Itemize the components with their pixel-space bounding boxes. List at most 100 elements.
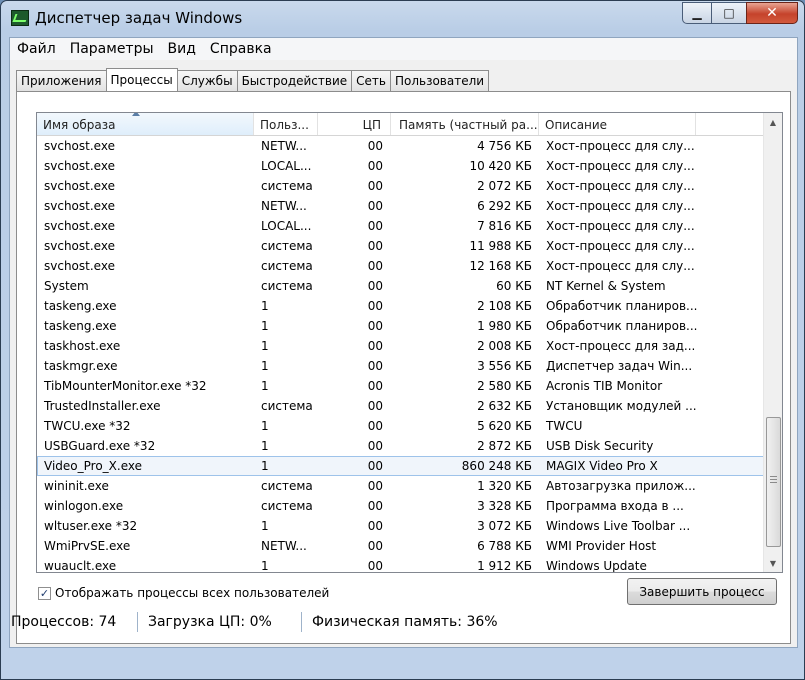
process-user: 1: [261, 519, 269, 533]
process-cpu: 00: [367, 419, 383, 433]
table-row[interactable]: svchost.exe NETW... 00 6 292 КБ Хост-процесс…: [37, 196, 764, 216]
process-user: LOCAL...: [261, 219, 312, 233]
table-row[interactable]: taskeng.exe 1 00 2 108 КБ Обработчик планиро…: [37, 296, 764, 316]
process-cpu: 00: [367, 299, 383, 313]
table-row[interactable]: wuauclt.exe 1 00 1 912 КБ Windows Update: [37, 556, 764, 573]
scroll-up-icon[interactable]: ▲: [765, 113, 781, 131]
menu-file[interactable]: Файл: [10, 41, 63, 57]
table-row[interactable]: taskeng.exe 1 00 1 980 КБ Обработчик планиро…: [37, 316, 764, 336]
vertical-scrollbar[interactable]: ▲ ▼: [763, 113, 782, 572]
process-cpu: 00: [367, 279, 383, 293]
process-description: NT Kernel & System: [546, 279, 666, 293]
column-header-user[interactable]: Польз...: [254, 113, 318, 135]
sort-ascending-icon: [132, 113, 140, 116]
process-name: taskeng.exe: [44, 319, 117, 333]
column-header-image-name[interactable]: Имя образа: [37, 113, 254, 135]
process-cpu: 00: [367, 459, 383, 473]
table-row[interactable]: TibMounterMonitor.exe *32 1 00 2 580 КБ Acro…: [37, 376, 764, 396]
process-memory: 3 072 КБ: [477, 519, 532, 533]
end-process-button[interactable]: Завершить процесс: [627, 578, 777, 605]
table-row[interactable]: Video_Pro_X.exe 1 00 860 248 КБ MAGIX Video …: [37, 456, 764, 476]
status-memory: Физическая память: 36%: [312, 614, 498, 630]
process-name: wltuser.exe *32: [44, 519, 138, 533]
tab-network[interactable]: Сеть: [351, 70, 391, 91]
process-description: Установщик модулей ...: [546, 399, 697, 413]
process-memory: 1 980 КБ: [477, 319, 532, 333]
show-all-users-checkbox[interactable]: ✓: [38, 586, 51, 600]
process-memory: 1 320 КБ: [477, 479, 532, 493]
table-row[interactable]: wininit.exe система 00 1 320 КБ Автозагрузка…: [37, 476, 764, 496]
process-memory: 1 912 КБ: [477, 559, 532, 573]
maximize-button[interactable]: □: [711, 2, 747, 24]
table-row[interactable]: TrustedInstaller.exe система 00 2 632 КБ Уст…: [37, 396, 764, 416]
menu-options[interactable]: Параметры: [63, 41, 161, 57]
process-name: svchost.exe: [44, 239, 115, 253]
column-header-memory[interactable]: Память (частный ра...: [391, 113, 539, 135]
process-description: Хост-процесс для слу...: [546, 159, 695, 173]
close-button[interactable]: ✕: [746, 2, 798, 24]
tab-services[interactable]: Службы: [176, 70, 238, 91]
table-row[interactable]: svchost.exe система 00 12 168 КБ Хост-процес…: [37, 256, 764, 276]
table-row[interactable]: winlogon.exe система 00 3 328 КБ Программа в…: [37, 496, 764, 516]
status-cpu: Загрузка ЦП: 0%: [138, 612, 302, 632]
process-user: система: [261, 499, 313, 513]
process-memory: 60 КБ: [496, 279, 532, 293]
minimize-button[interactable]: ▁: [682, 2, 712, 24]
process-memory: 2 108 КБ: [477, 299, 532, 313]
table-row[interactable]: svchost.exe система 00 11 988 КБ Хост-процес…: [37, 236, 764, 256]
process-name: svchost.exe: [44, 179, 115, 193]
process-description: Хост-процесс для слу...: [546, 179, 695, 193]
column-header-cpu[interactable]: ЦП: [318, 113, 391, 135]
process-memory: 12 168 КБ: [469, 259, 532, 273]
table-row[interactable]: TWCU.exe *32 1 00 5 620 КБ TWCU: [37, 416, 764, 436]
table-row[interactable]: System система 00 60 КБ NT Kernel & System: [37, 276, 764, 296]
process-description: Хост-процесс для слу...: [546, 139, 695, 153]
process-user: система: [261, 279, 313, 293]
process-description: Windows Update: [546, 559, 647, 573]
tab-applications[interactable]: Приложения: [16, 70, 107, 91]
process-cpu: 00: [367, 379, 383, 393]
tab-users[interactable]: Пользователи: [389, 70, 490, 91]
status-bar: Процессов: 74 Загрузка ЦП: 0% Физическая…: [1, 610, 804, 634]
table-row[interactable]: taskhost.exe 1 00 2 008 КБ Хост-процесс для …: [37, 336, 764, 356]
tab-performance[interactable]: Быстродействие: [236, 70, 353, 91]
process-description: Acronis TIB Monitor: [546, 379, 663, 393]
table-row[interactable]: svchost.exe LOCAL... 00 10 420 КБ Хост-проце…: [37, 156, 764, 176]
process-description: Хост-процесс для слу...: [546, 219, 695, 233]
process-description: Хост-процесс для слу...: [546, 239, 695, 253]
process-description: Хост-процесс для слу...: [546, 259, 695, 273]
process-user: NETW...: [261, 539, 307, 553]
process-cpu: 00: [367, 139, 383, 153]
process-user: 1: [261, 459, 269, 473]
process-cpu: 00: [367, 479, 383, 493]
process-description: WMI Provider Host: [546, 539, 657, 553]
table-row[interactable]: svchost.exe NETW... 00 4 756 КБ Хост-процесс…: [37, 136, 764, 156]
column-header-description[interactable]: Описание: [539, 113, 696, 135]
table-row[interactable]: wltuser.exe *32 1 00 3 072 КБ Windows Live T…: [37, 516, 764, 536]
process-name: wuauclt.exe: [44, 559, 117, 573]
tab-processes[interactable]: Процессы: [105, 68, 178, 91]
process-cpu: 00: [367, 319, 383, 333]
show-all-users-option[interactable]: ✓ Отображать процессы всех пользователей: [38, 586, 329, 600]
menu-help[interactable]: Справка: [203, 41, 279, 57]
process-cpu: 00: [367, 439, 383, 453]
process-name: svchost.exe: [44, 259, 115, 273]
table-row[interactable]: svchost.exe LOCAL... 00 7 816 КБ Хост-процес…: [37, 216, 764, 236]
scroll-thumb[interactable]: [766, 417, 781, 547]
title-bar[interactable]: Диспетчер задач Windows ▁ □ ✕: [1, 1, 804, 37]
table-row[interactable]: taskmgr.exe 1 00 3 556 КБ Диспетчер задач Wi…: [37, 356, 764, 376]
process-name: winlogon.exe: [44, 499, 124, 513]
process-name: System: [44, 279, 89, 293]
table-row[interactable]: WmiPrvSE.exe NETW... 00 6 788 КБ WMI Provide…: [37, 536, 764, 556]
column-header-empty: [696, 113, 764, 135]
process-memory: 10 420 КБ: [469, 159, 532, 173]
window-controls: ▁ □ ✕: [682, 2, 798, 24]
table-row[interactable]: USBGuard.exe *32 1 00 2 872 КБ USB Disk Secu…: [37, 436, 764, 456]
process-description: Программа входа в ...: [546, 499, 684, 513]
table-row[interactable]: svchost.exe система 00 2 072 КБ Хост-процесс…: [37, 176, 764, 196]
menu-bar: Файл Параметры Вид Справка: [10, 38, 797, 60]
process-cpu: 00: [367, 559, 383, 573]
scroll-down-icon[interactable]: ▼: [765, 554, 781, 572]
process-list: Имя образа Польз... ЦП Память (частный р…: [36, 112, 783, 573]
menu-view[interactable]: Вид: [161, 41, 203, 57]
